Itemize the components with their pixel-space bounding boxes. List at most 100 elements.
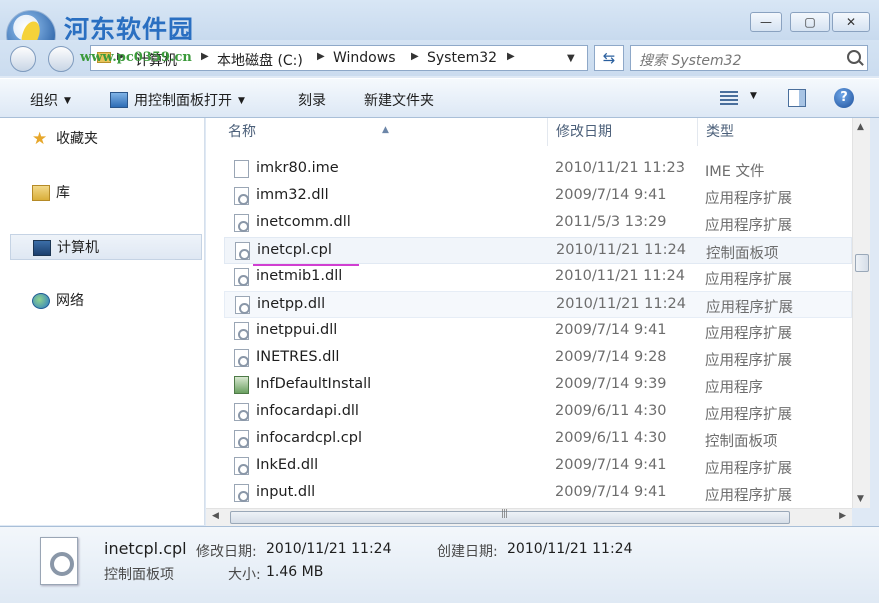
column-header-name[interactable]: 名称 ▲ <box>206 118 548 146</box>
navigation-pane: ★ 收藏夹 库 计算机 网络 <box>0 118 205 525</box>
file-row[interactable]: imm32.dll 2009/7/14 9:41 应用程序扩展 <box>224 183 852 210</box>
dll-file-icon <box>234 214 249 232</box>
nav-label-computer: 计算机 <box>57 240 99 256</box>
file-icon <box>234 160 249 178</box>
file-list: 名称 ▲ 修改日期 类型 imkr80.ime 2010/11/21 11:23 … <box>206 118 852 508</box>
file-name: infocardapi.dll <box>256 403 359 419</box>
nav-label-libraries: 库 <box>56 185 70 201</box>
nav-item-libraries[interactable]: 库 <box>10 180 202 206</box>
details-pane: inetcpl.cpl 控制面板项 修改日期: 2010/11/21 11:24… <box>0 526 879 603</box>
file-date: 2009/6/11 4:30 <box>555 403 667 419</box>
scroll-up-icon[interactable]: ▲ <box>857 122 864 132</box>
maximize-button[interactable]: ▢ <box>790 12 830 32</box>
dll-file-icon <box>234 268 249 286</box>
details-size-label: 大小: <box>228 567 261 583</box>
file-row[interactable]: inetmib1.dll 2010/11/21 11:24 应用程序扩展 <box>224 264 852 291</box>
refresh-button[interactable]: ⇆ <box>594 45 624 71</box>
scroll-right-icon[interactable]: ▶ <box>839 511 846 521</box>
details-size-value: 1.46 MB <box>266 564 324 580</box>
file-type: 应用程序扩展 <box>705 353 792 369</box>
scroll-down-icon[interactable]: ▼ <box>857 494 864 504</box>
details-created-value: 2010/11/21 11:24 <box>507 541 633 557</box>
cpl-file-icon <box>235 242 250 260</box>
file-name: inetcpl.cpl <box>257 242 332 258</box>
file-type: 应用程序扩展 <box>705 191 792 207</box>
file-row[interactable]: InkEd.dll 2009/7/14 9:41 应用程序扩展 <box>224 453 852 480</box>
breadcrumb-separator-icon[interactable]: ▶ <box>507 51 515 62</box>
dll-file-icon <box>235 296 250 314</box>
sort-ascending-icon: ▲ <box>382 125 389 135</box>
file-type: 应用程序扩展 <box>705 488 792 504</box>
nav-item-network[interactable]: 网络 <box>10 288 202 314</box>
control-panel-icon <box>110 92 128 108</box>
file-date: 2009/7/14 9:41 <box>555 457 667 473</box>
close-button[interactable]: ✕ <box>832 12 870 32</box>
file-type: 应用程序扩展 <box>705 326 792 342</box>
nav-item-favorites[interactable]: ★ 收藏夹 <box>10 126 202 152</box>
file-row[interactable]: inetcomm.dll 2011/5/3 13:29 应用程序扩展 <box>224 210 852 237</box>
breadcrumb-windows[interactable]: Windows <box>333 50 396 66</box>
file-row[interactable]: InfDefaultInstall 2009/7/14 9:39 应用程序 <box>224 372 852 399</box>
file-type: IME 文件 <box>705 164 765 180</box>
file-name: inetcomm.dll <box>256 214 351 230</box>
breadcrumb-local-disk[interactable]: 本地磁盘 (C:) <box>217 50 303 70</box>
library-icon <box>32 185 50 201</box>
cpl-file-large-icon <box>40 537 78 585</box>
file-date: 2009/7/14 9:41 <box>555 484 667 500</box>
file-name: InkEd.dll <box>256 457 319 473</box>
file-date: 2010/11/21 11:24 <box>556 242 686 258</box>
back-button[interactable] <box>10 46 36 72</box>
file-row[interactable]: INETRES.dll 2009/7/14 9:28 应用程序扩展 <box>224 345 852 372</box>
nav-item-computer[interactable]: 计算机 <box>10 234 202 260</box>
file-name: imm32.dll <box>256 187 329 203</box>
file-name: inetpp.dll <box>257 296 326 312</box>
address-history-dropdown-icon[interactable]: ▼ <box>567 53 575 64</box>
file-name: inetmib1.dll <box>256 268 343 284</box>
burn-button[interactable]: 刻录 <box>298 90 326 110</box>
dll-file-icon <box>234 403 249 421</box>
horizontal-scrollbar[interactable]: ◀ ▶ <box>206 508 852 526</box>
file-row[interactable]: infocardapi.dll 2009/6/11 4:30 应用程序扩展 <box>224 399 852 426</box>
view-options-icon[interactable] <box>720 91 738 105</box>
view-dropdown-icon[interactable]: ▼ <box>750 91 757 101</box>
open-with-control-panel-button[interactable]: 用控制面板打开 ▼ <box>110 90 245 110</box>
forward-button[interactable] <box>48 46 74 72</box>
file-row[interactable]: inetppui.dll 2009/7/14 9:41 应用程序扩展 <box>224 318 852 345</box>
file-row[interactable]: input.dll 2009/7/14 9:41 应用程序扩展 <box>224 480 852 507</box>
search-icon[interactable] <box>847 50 861 64</box>
organize-button[interactable]: 组织 ▼ <box>30 90 71 110</box>
preview-pane-icon[interactable] <box>788 89 806 107</box>
file-row[interactable]: inetpp.dll 2010/11/21 11:24 应用程序扩展 <box>224 291 852 318</box>
vertical-scroll-thumb[interactable] <box>855 254 869 272</box>
details-modified-value: 2010/11/21 11:24 <box>266 541 392 557</box>
breadcrumb-separator-icon[interactable]: ▶ <box>317 51 325 62</box>
scroll-left-icon[interactable]: ◀ <box>212 511 219 521</box>
minimize-button[interactable]: — <box>750 12 782 32</box>
new-folder-button[interactable]: 新建文件夹 <box>364 90 434 110</box>
search-input[interactable]: 搜索 System32 <box>630 45 868 71</box>
network-icon <box>32 293 50 309</box>
column-header-date[interactable]: 修改日期 <box>548 118 698 146</box>
chevron-down-icon: ▼ <box>238 96 245 106</box>
vertical-scrollbar[interactable]: ▲ ▼ <box>852 118 870 508</box>
help-icon[interactable]: ? <box>834 88 854 108</box>
file-name: input.dll <box>256 484 316 500</box>
column-header-type[interactable]: 类型 <box>698 118 852 146</box>
horizontal-scroll-thumb[interactable] <box>230 509 790 524</box>
file-row[interactable]: imkr80.ime 2010/11/21 11:23 IME 文件 <box>224 156 852 183</box>
file-name: imkr80.ime <box>256 160 339 176</box>
file-name: InfDefaultInstall <box>256 376 372 392</box>
breadcrumb-system32[interactable]: System32 <box>427 50 497 66</box>
details-modified-label: 修改日期: <box>196 544 257 560</box>
dll-file-icon <box>234 187 249 205</box>
nav-label-favorites: 收藏夹 <box>56 131 98 147</box>
organize-label: 组织 <box>30 93 58 109</box>
file-name: INETRES.dll <box>256 349 340 365</box>
file-date: 2009/7/14 9:41 <box>555 322 667 338</box>
file-row[interactable]: infocardcpl.cpl 2009/6/11 4:30 控制面板项 <box>224 426 852 453</box>
file-row-selected[interactable]: inetcpl.cpl 2010/11/21 11:24 控制面板项 <box>224 237 852 266</box>
breadcrumb-separator-icon[interactable]: ▶ <box>411 51 419 62</box>
file-date: 2010/11/21 11:23 <box>555 160 685 176</box>
file-type: 应用程序 <box>705 380 763 396</box>
breadcrumb-separator-icon[interactable]: ▶ <box>201 51 209 62</box>
